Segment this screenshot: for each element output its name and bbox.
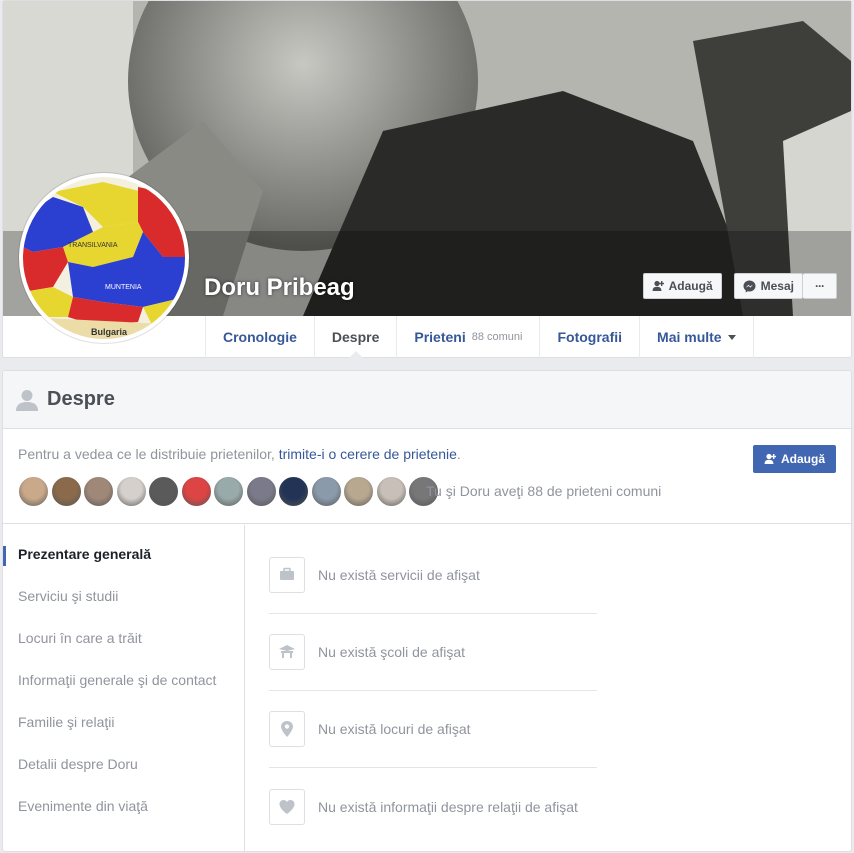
mutual-friend-avatar[interactable] (213, 476, 244, 507)
overview-row-text: Nu există locuri de afişat (318, 721, 471, 737)
add-friend-label: Adaugă (780, 452, 825, 466)
mutual-friend-avatar[interactable] (278, 476, 309, 507)
overview-row: Nu există informaţii despre relaţii de a… (269, 768, 597, 845)
message-label: Mesaj (760, 279, 794, 293)
about-nav-item[interactable]: Prezentare generală (3, 533, 244, 575)
profile-tabs: Cronologie Despre Prieteni 88 comuni Fot… (205, 316, 754, 359)
profile-avatar[interactable]: TRANSILVANIA MUNTENIA Bulgaria (19, 173, 189, 343)
briefcase-icon (269, 557, 305, 593)
mutual-friend-avatar[interactable] (83, 476, 114, 507)
mutual-friend-avatar[interactable] (375, 476, 407, 507)
add-friend-icon (764, 453, 776, 464)
tab-label: Mai multe (657, 329, 722, 345)
person-icon (16, 389, 38, 411)
about-section: Despre Pentru a vedea ce le distribuie p… (2, 370, 852, 852)
messenger-icon (743, 280, 756, 292)
message-button[interactable]: Mesaj (733, 273, 803, 299)
tab-label: Prieteni (414, 329, 466, 345)
add-friend-primary-button[interactable]: Adaugă (753, 445, 836, 473)
message-group: Mesaj ··· (733, 273, 837, 299)
overview-row: Nu există servicii de afişat (269, 537, 597, 614)
overview-row-text: Nu există servicii de afişat (318, 567, 480, 583)
mutual-friend-avatar[interactable] (115, 476, 147, 507)
about-nav-item[interactable]: Evenimente din viaţă (3, 785, 244, 827)
more-options-icon: ··· (815, 279, 825, 293)
add-friend-icon (652, 280, 664, 291)
profile-name[interactable]: Doru Pribeag (204, 274, 355, 302)
tab-despre[interactable]: Despre (315, 316, 398, 359)
about-nav-item[interactable]: Locuri în care a trăit (3, 617, 244, 659)
facebook-profile-page: Doru Pribeag Adaugă Mesaj ··· TRANSILVAN… (0, 0, 854, 853)
about-nav: Prezentare generală Serviciu şi studii Loc… (3, 525, 245, 851)
school-icon (269, 634, 305, 670)
about-nav-item[interactable]: Detalii despre Doru (3, 743, 244, 785)
mutual-friend-avatar[interactable] (180, 476, 212, 507)
mutual-friends-text[interactable]: Tu şi Doru aveţi 88 de prieteni comuni (426, 483, 661, 499)
message-prefix: Pentru a vedea ce le distribuie prieteni… (18, 446, 275, 462)
about-title: Despre (47, 388, 115, 410)
overview-row: Nu există şcoli de afişat (269, 614, 597, 691)
add-friend-label: Adaugă (668, 279, 713, 293)
mutual-friend-avatar[interactable] (50, 476, 82, 507)
mutual-friend-avatar[interactable] (245, 476, 277, 507)
chevron-down-icon (727, 334, 736, 344)
tab-cronologie[interactable]: Cronologie (206, 316, 315, 358)
tab-label: Despre (331, 329, 380, 345)
tab-prieteni[interactable]: Prieteni 88 comuni (397, 316, 541, 358)
mutual-friends-avatars (18, 476, 441, 507)
overview-list: Nu există servicii de afişat Nu există şc… (269, 537, 597, 845)
mutual-friend-avatar[interactable] (343, 476, 374, 507)
tab-label: Cronologie (223, 329, 297, 345)
avatar-map-image: TRANSILVANIA MUNTENIA Bulgaria (23, 177, 185, 339)
location-pin-icon (269, 711, 305, 747)
overview-row-text: Nu există şcoli de afişat (318, 644, 466, 660)
about-nav-item[interactable]: Familie şi relaţii (3, 701, 244, 743)
overview-row: Nu există locuri de afişat (269, 691, 597, 768)
mutual-friend-avatar[interactable] (310, 476, 342, 507)
tab-fotografii[interactable]: Fotografii (540, 316, 641, 358)
mutual-friend-avatar[interactable] (148, 476, 179, 507)
map-label-muntenia: MUNTENIA (105, 284, 142, 291)
tab-mai-multe[interactable]: Mai multe (640, 316, 754, 358)
tab-label: Fotografii (557, 329, 623, 345)
about-content: Prezentare generală Serviciu şi studii Loc… (3, 525, 851, 851)
mutual-friends-count: 88 comuni (471, 331, 523, 343)
about-header: Despre (3, 371, 851, 429)
send-friend-request-link[interactable]: trimite-i o cerere de prietenie (279, 446, 457, 462)
about-nav-item[interactable]: Informaţii generale şi de contact (3, 659, 244, 701)
mutual-friend-avatar[interactable] (18, 476, 49, 507)
more-options-button[interactable]: ··· (803, 273, 837, 299)
message-suffix: . (456, 446, 461, 462)
friend-request-message: Pentru a vedea ce le distribuie prieteni… (18, 446, 461, 462)
heart-icon (269, 788, 305, 825)
add-friend-button[interactable]: Adaugă (642, 273, 722, 299)
about-nav-item[interactable]: Serviciu şi studii (3, 575, 244, 617)
map-label-bulgaria: Bulgaria (91, 327, 128, 337)
map-label-transilvania: TRANSILVANIA (68, 242, 118, 249)
overview-row-text: Nu există informaţii despre relaţii de a… (318, 798, 578, 815)
cover-actions: Adaugă Mesaj ··· (642, 273, 837, 299)
profile-header-card: Doru Pribeag Adaugă Mesaj ··· TRANSILVAN… (2, 0, 852, 359)
friend-request-prompt: Pentru a vedea ce le distribuie prieteni… (3, 429, 851, 524)
